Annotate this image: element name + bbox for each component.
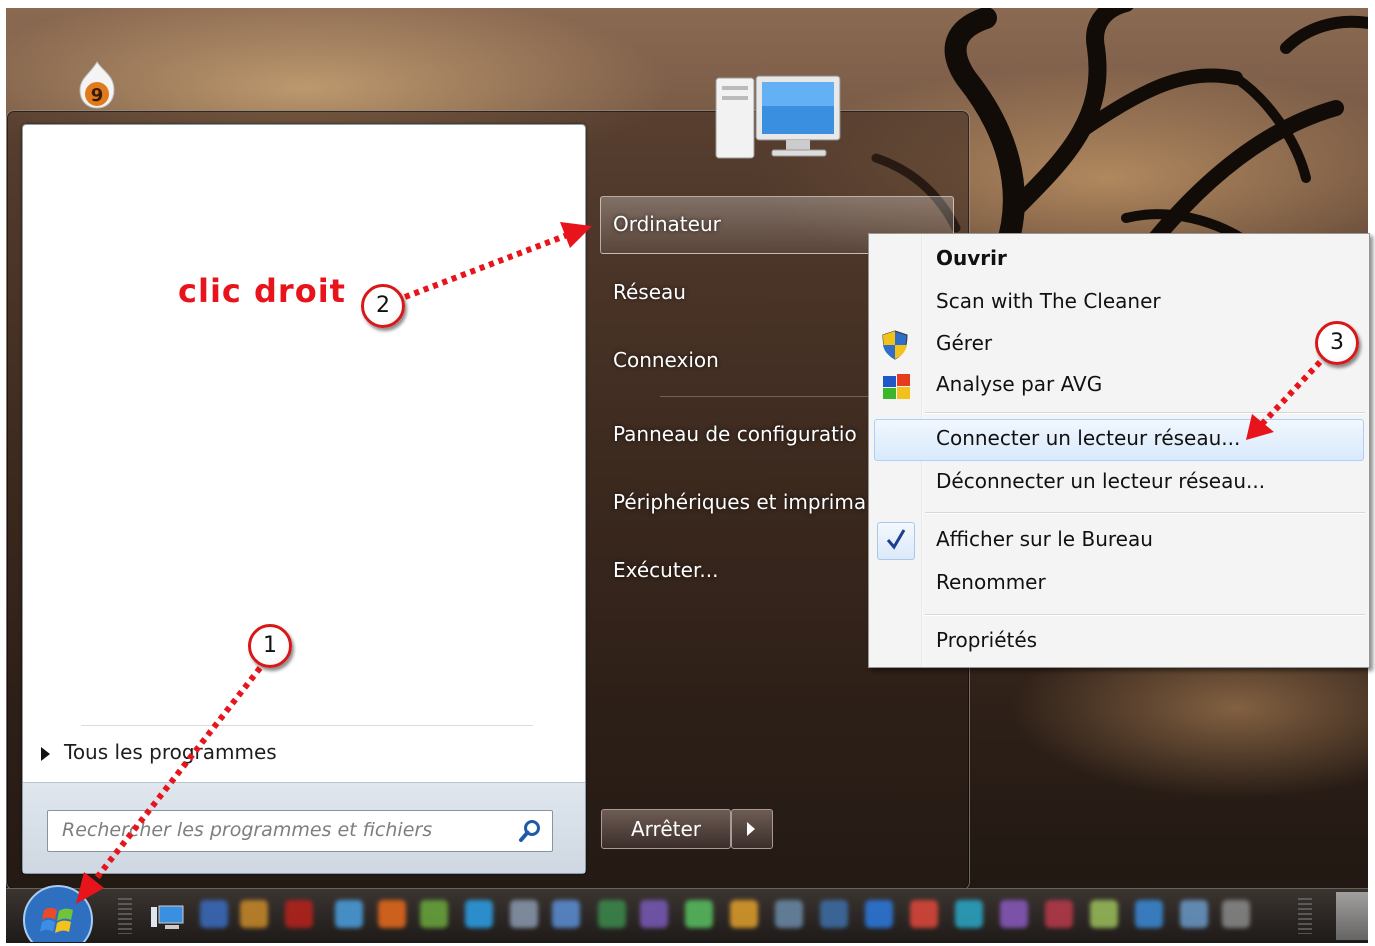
taskbar-app-icon[interactable] (685, 900, 713, 928)
start-item-panneau-configuration[interactable]: Panneau de configuratio (613, 422, 857, 446)
start-search-box[interactable] (47, 810, 553, 852)
divider (81, 725, 533, 726)
all-programs-label: Tous les programmes (64, 740, 277, 764)
svg-text:9: 9 (91, 85, 104, 106)
menu-item-proprietes[interactable]: Propriétés (936, 628, 1037, 652)
menu-item-scan-cleaner[interactable]: Scan with The Cleaner (936, 289, 1161, 313)
menu-item-deconnecter-lecteur[interactable]: Déconnecter un lecteur réseau... (936, 469, 1265, 493)
taskbar-app-icon[interactable] (910, 900, 938, 928)
search-icon[interactable] (518, 819, 542, 847)
grip-icon (1298, 898, 1312, 934)
firefox-nine-badge-icon[interactable]: 9 (70, 58, 124, 112)
menu-item-gerer[interactable]: Gérer (936, 331, 992, 355)
taskbar-app-icon[interactable] (730, 900, 758, 928)
taskbar-app-icon[interactable] (200, 900, 228, 928)
menu-item-afficher-bureau[interactable]: Afficher sur le Bureau (936, 527, 1153, 551)
taskbar-app-icon[interactable] (1000, 900, 1028, 928)
start-item-peripheriques[interactable]: Périphériques et imprima (613, 490, 866, 514)
chevron-right-icon (41, 746, 50, 761)
start-item-reseau[interactable]: Réseau (613, 280, 686, 304)
taskbar-app-icon[interactable] (335, 900, 363, 928)
avg-icon (883, 374, 911, 405)
taskbar-app-icon[interactable] (1090, 900, 1118, 928)
computer-monitor-icon (712, 74, 842, 166)
annotation-clic-droit: clic droit (178, 272, 346, 310)
divider (660, 396, 870, 397)
menu-item-connecter-lecteur[interactable]: Connecter un lecteur réseau... (936, 426, 1240, 450)
menu-separator (925, 614, 1365, 616)
taskbar-app-icon[interactable] (775, 900, 803, 928)
monitor-icon[interactable] (150, 905, 184, 935)
annotation-marker-1: 1 (248, 624, 292, 668)
grip-icon (118, 898, 132, 934)
taskbar-app-icon[interactable] (598, 900, 626, 928)
taskbar-app-icon[interactable] (1135, 900, 1163, 928)
taskbar-app-icon[interactable] (1180, 900, 1208, 928)
context-menu: Ouvrir Scan with The Cleaner Gérer Analy… (868, 233, 1370, 668)
all-programs-button[interactable]: Tous les programmes (41, 740, 277, 764)
taskbar-app-icon[interactable] (640, 900, 668, 928)
taskbar-app-icon[interactable] (378, 900, 406, 928)
show-desktop-button[interactable] (1336, 892, 1368, 940)
taskbar-app-icon[interactable] (955, 900, 983, 928)
menu-item-analyse-avg[interactable]: Analyse par AVG (936, 372, 1102, 396)
taskbar-app-icon[interactable] (420, 900, 448, 928)
shutdown-button[interactable]: Arrêter (601, 809, 731, 849)
taskbar-app-icon[interactable] (465, 900, 493, 928)
taskbar-app-icon[interactable] (285, 900, 313, 928)
search-input[interactable] (60, 811, 504, 849)
taskbar-app-icon[interactable] (240, 900, 268, 928)
taskbar-app-icon[interactable] (820, 900, 848, 928)
taskbar-app-icon[interactable] (865, 900, 893, 928)
taskbar-app-icon[interactable] (1045, 900, 1073, 928)
menu-separator (925, 512, 1365, 514)
taskbar-app-icon[interactable] (510, 900, 538, 928)
annotation-marker-2: 2 (361, 284, 405, 328)
taskbar-app-icon[interactable] (1222, 900, 1250, 928)
start-item-ordinateur[interactable]: Ordinateur (613, 212, 721, 236)
start-menu-left-pane: Tous les programmes (22, 124, 586, 874)
taskbar-app-icon[interactable] (552, 900, 580, 928)
shutdown-options-arrow-icon[interactable] (731, 809, 773, 849)
menu-item-ouvrir[interactable]: Ouvrir (936, 246, 1007, 270)
start-item-connexion[interactable]: Connexion (613, 348, 719, 372)
menu-separator (925, 412, 1365, 414)
start-item-executer[interactable]: Exécuter... (613, 558, 718, 582)
annotation-marker-3: 3 (1315, 321, 1359, 365)
windows-start-orb-icon[interactable] (22, 884, 94, 946)
uac-shield-icon (881, 330, 909, 365)
checkmark-icon (886, 528, 906, 555)
menu-item-renommer[interactable]: Renommer (936, 570, 1046, 594)
